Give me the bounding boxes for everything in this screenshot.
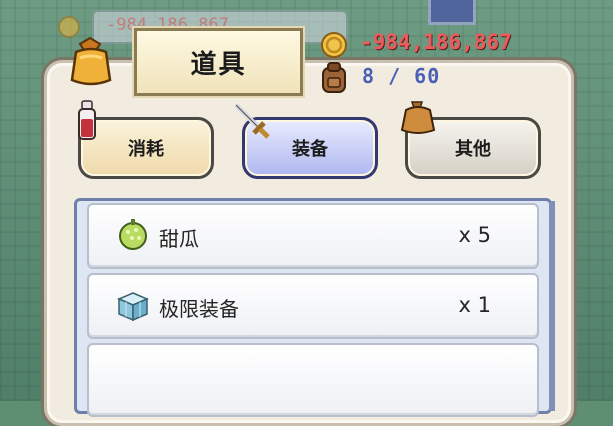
tab-equipment-label: 装备: [292, 139, 328, 160]
pouch-icon: [400, 101, 436, 134]
item-quantity: x 5: [458, 223, 491, 247]
list-item[interactable]: 甜瓜 x 5: [87, 203, 539, 269]
background-coin-icon: [58, 16, 80, 38]
item-list[interactable]: 甜瓜 x 5 极限装备 x 1: [74, 198, 555, 417]
tab-other-label: 其他: [455, 139, 491, 160]
empty-list-slot: [87, 343, 539, 417]
list-item[interactable]: 极限装备 x 1: [87, 273, 539, 339]
list-scrollbar[interactable]: [549, 201, 555, 411]
page-title: 道具: [134, 28, 303, 96]
gold-amount: -984,186,867: [360, 30, 512, 54]
ice-cube-icon: [117, 292, 149, 322]
background-crate: [428, 0, 476, 25]
item-name: 极限装备: [159, 297, 239, 321]
inventory-capacity: 8 / 60: [362, 64, 441, 88]
backpack-icon: [322, 62, 346, 93]
sword-icon: [234, 103, 270, 139]
gold-coin-icon: [321, 32, 347, 58]
bag-icon: [70, 36, 112, 86]
tab-consumables[interactable]: 消耗: [78, 117, 214, 179]
tab-consumables-label: 消耗: [128, 139, 164, 160]
potion-icon: [78, 100, 96, 140]
item-name: 甜瓜: [159, 227, 199, 251]
melon-icon: [119, 219, 147, 250]
item-quantity: x 1: [458, 293, 491, 317]
